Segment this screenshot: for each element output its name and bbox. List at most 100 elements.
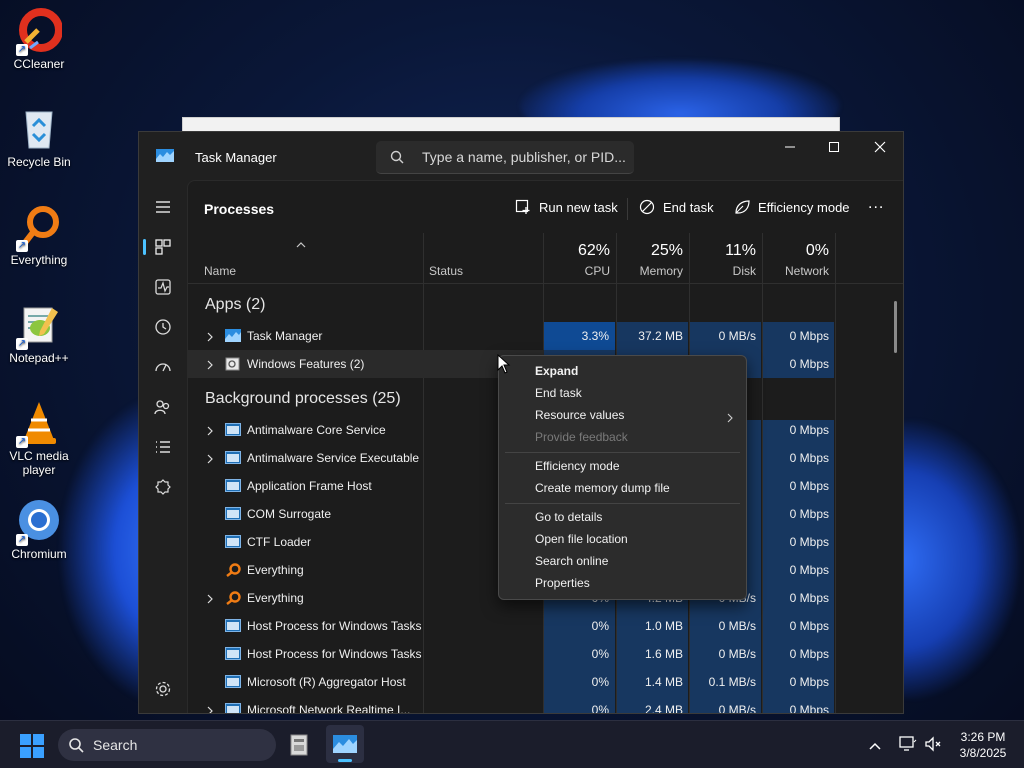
menu-item-resource-values[interactable]: Resource values — [535, 408, 624, 422]
process-name: Everything — [247, 591, 304, 605]
desktop-icon-recycle-bin[interactable]: Recycle Bin — [4, 106, 74, 169]
network-total: 0% — [805, 242, 829, 259]
taskbar-search[interactable]: Search — [58, 729, 276, 761]
taskbar-app-windows-features[interactable] — [289, 733, 311, 762]
app-history-icon[interactable] — [151, 315, 175, 339]
vertical-scrollbar[interactable] — [894, 301, 897, 353]
processes-icon[interactable] — [151, 235, 175, 259]
service-window-icon — [225, 423, 241, 437]
maximize-icon — [829, 142, 839, 152]
column-divider — [835, 233, 836, 713]
cpu-value: 0% — [591, 647, 609, 661]
network-value: 0 Mbps — [789, 647, 829, 661]
chevron-right-icon[interactable] — [206, 425, 214, 439]
search-input[interactable]: Type a name, publisher, or PID... — [376, 141, 634, 174]
column-disk[interactable]: Disk — [698, 264, 756, 278]
disk-value: 0 MB/s — [718, 647, 756, 661]
process-row[interactable]: Host Process for Windows Tasks 0% 1.0 MB… — [188, 612, 834, 640]
chevron-right-icon[interactable] — [206, 593, 214, 607]
efficiency-mode-button[interactable]: Efficiency mode — [734, 199, 850, 215]
end-task-button[interactable]: End task — [639, 199, 714, 215]
taskbar-app-task-manager[interactable] — [326, 725, 364, 763]
context-menu: Expand End task Resource values Provide … — [498, 355, 747, 600]
search-icon — [68, 737, 84, 758]
vlc-icon: ↗ — [16, 400, 62, 448]
clock[interactable]: 3:26 PM 3/8/2025 — [954, 729, 1012, 761]
run-new-task-button[interactable]: Run new task — [515, 199, 618, 215]
ccleaner-icon: ↗ — [16, 8, 63, 56]
desktop-icon-label: VLC media player — [9, 449, 69, 477]
network-value: 0 Mbps — [789, 451, 829, 465]
memory-value: 1.4 MB — [644, 675, 683, 689]
hamburger-menu-icon[interactable] — [151, 195, 175, 219]
menu-item-properties[interactable]: Properties — [535, 576, 590, 590]
process-name: Microsoft Network Realtime I... — [247, 703, 411, 714]
everything-icon: ↗ — [16, 204, 62, 252]
process-row[interactable]: Microsoft (R) Aggregator Host 0% 1.4 MB … — [188, 668, 834, 696]
cpu-value: 0% — [591, 703, 609, 714]
process-name: Everything — [247, 563, 304, 577]
clock-time: 3:26 PM — [960, 730, 1006, 744]
service-window-icon — [225, 675, 241, 689]
column-memory[interactable]: Memory — [618, 264, 683, 278]
process-row[interactable]: Host Process for Windows Tasks 0% 1.6 MB… — [188, 640, 834, 668]
memory-value: 1.6 MB — [644, 647, 683, 661]
task-manager-icon — [333, 735, 357, 753]
process-name: Antimalware Core Service — [247, 423, 386, 437]
column-status[interactable]: Status — [429, 264, 463, 278]
recycle-bin-icon — [16, 106, 62, 152]
performance-icon[interactable] — [151, 275, 175, 299]
column-network[interactable]: Network — [768, 264, 829, 278]
column-cpu[interactable]: CPU — [558, 264, 610, 278]
users-icon[interactable] — [151, 395, 175, 419]
menu-item-search-online[interactable]: Search online — [535, 554, 608, 568]
settings-icon[interactable] — [151, 677, 175, 701]
minimize-button[interactable] — [767, 132, 813, 162]
network-icon[interactable] — [899, 736, 917, 757]
chevron-right-icon[interactable] — [206, 331, 214, 345]
network-value: 0 Mbps — [789, 507, 829, 521]
menu-item-create-dump[interactable]: Create memory dump file — [535, 481, 670, 495]
group-header-apps[interactable]: Apps (2) — [205, 296, 265, 314]
title-bar[interactable]: Task Manager Type a name, publisher, or … — [139, 132, 903, 180]
services-icon[interactable] — [151, 475, 175, 499]
mouse-cursor-icon — [497, 353, 511, 379]
desktop-icon-everything[interactable]: ↗ Everything — [4, 204, 74, 267]
process-row-task-manager[interactable]: Task Manager 3.3% 37.2 MB 0 MB/s 0 Mbps — [188, 322, 834, 350]
startup-apps-icon[interactable] — [151, 355, 175, 379]
column-name[interactable]: Name — [204, 264, 236, 278]
menu-item-expand[interactable]: Expand — [535, 364, 578, 378]
disk-value: 0 MB/s — [718, 703, 756, 714]
chevron-right-icon[interactable] — [206, 453, 214, 467]
chevron-right-icon[interactable] — [206, 359, 214, 373]
network-value: 0 Mbps — [789, 703, 829, 714]
menu-item-efficiency-mode[interactable]: Efficiency mode — [535, 459, 620, 473]
group-header-background[interactable]: Background processes (25) — [205, 390, 401, 408]
desktop-icon-vlc[interactable]: ↗ VLC media player — [4, 400, 74, 477]
desktop-icon-ccleaner[interactable]: ↗ CCleaner — [4, 8, 74, 71]
desktop-icon-notepad-plus-plus[interactable]: ↗ Notepad++ — [4, 302, 74, 365]
process-name: Windows Features (2) — [247, 357, 365, 371]
chevron-right-icon — [727, 410, 733, 428]
task-manager-app-icon — [156, 149, 174, 162]
chevron-right-icon[interactable] — [206, 705, 214, 713]
process-row[interactable]: Microsoft Network Realtime I... 0% 2.4 M… — [188, 696, 834, 714]
menu-item-open-file-location[interactable]: Open file location — [535, 532, 628, 546]
menu-item-end-task[interactable]: End task — [535, 386, 582, 400]
windows-features-icon — [225, 357, 241, 371]
show-hidden-icons-chevron-icon[interactable] — [868, 738, 882, 756]
start-button[interactable] — [20, 734, 44, 763]
details-icon[interactable] — [151, 435, 175, 459]
sort-up-icon — [296, 237, 306, 251]
menu-item-go-to-details[interactable]: Go to details — [535, 510, 602, 524]
more-options-button[interactable]: ... — [868, 195, 884, 213]
cpu-total: 62% — [577, 242, 610, 259]
volume-muted-icon[interactable] — [924, 736, 942, 757]
maximize-button[interactable] — [811, 132, 857, 162]
close-button[interactable] — [857, 132, 903, 162]
process-name: Host Process for Windows Tasks — [247, 619, 422, 633]
desktop-icon-chromium[interactable]: ↗ Chromium — [4, 498, 74, 561]
menu-separator — [505, 452, 740, 453]
desktop-icon-label: Everything — [10, 253, 68, 267]
leaf-icon — [735, 200, 750, 214]
